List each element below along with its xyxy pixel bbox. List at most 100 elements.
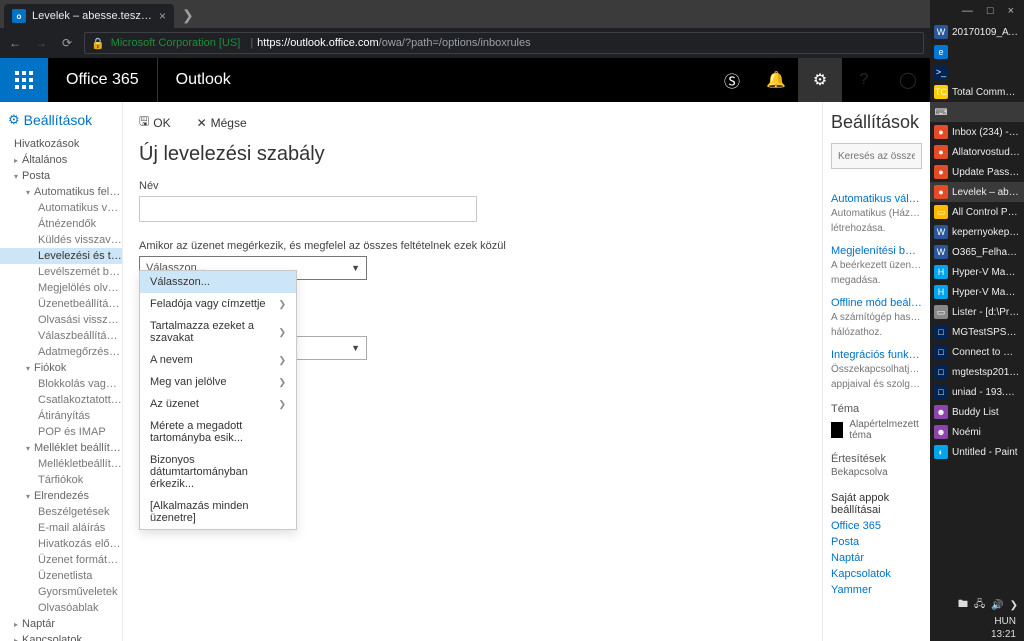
- taskbar-item[interactable]: ▭All Control Panel ...: [930, 202, 1024, 222]
- leftnav-item[interactable]: Általános: [0, 152, 122, 168]
- settings-search-input[interactable]: [831, 143, 922, 169]
- taskbar-item[interactable]: >_: [930, 62, 1024, 82]
- taskbar-item[interactable]: ●Inbox (234) - mes...: [930, 122, 1024, 142]
- taskbar-item[interactable]: Wkepernyokepek.d...: [930, 222, 1024, 242]
- leftnav-item[interactable]: Elrendezés: [0, 488, 122, 504]
- leftnav-item[interactable]: Gyorsműveletek: [0, 584, 122, 600]
- settings-shortcut-heading[interactable]: Megjelenítési beállítások: [831, 245, 922, 257]
- dropdown-item[interactable]: Meg van jelölve❯: [140, 371, 296, 393]
- taskbar-item[interactable]: ☻Buddy List: [930, 402, 1024, 422]
- app-settings-link[interactable]: Posta: [831, 536, 922, 548]
- leftnav-item[interactable]: Hivatkozás előnézete: [0, 536, 122, 552]
- options-title[interactable]: ⚙ Beállítások: [0, 108, 122, 136]
- leftnav-item[interactable]: POP és IMAP: [0, 424, 122, 440]
- leftnav-item[interactable]: Melléklet beállításai: [0, 440, 122, 456]
- dropdown-item[interactable]: A nevem❯: [140, 349, 296, 371]
- dropdown-item[interactable]: Bizonyos dátumtartományban érkezik...: [140, 449, 296, 495]
- theme-picker[interactable]: Alapértelmezett téma: [831, 419, 922, 441]
- app-settings-link[interactable]: Kapcsolatok: [831, 568, 922, 580]
- maximize-icon[interactable]: □: [987, 5, 994, 17]
- notifications-icon[interactable]: 🔔: [754, 58, 798, 102]
- app-settings-link[interactable]: Office 365: [831, 520, 922, 532]
- tray-icon[interactable]: ❯: [1010, 600, 1018, 611]
- taskbar-item[interactable]: ●Állatorvostudom...: [930, 142, 1024, 162]
- leftnav-item[interactable]: Átnézendők: [0, 216, 122, 232]
- taskbar-item[interactable]: ◐Untitled - Paint: [930, 442, 1024, 462]
- leftnav-item[interactable]: Adatmegőrzési házire: [0, 344, 122, 360]
- cancel-button[interactable]: ✕ Mégse: [197, 112, 247, 133]
- leftnav-item[interactable]: Levelezési és takarítá: [0, 248, 122, 264]
- dropdown-item[interactable]: Az üzenet❯: [140, 393, 296, 415]
- system-tray[interactable]: 🖿 🖧 🔊 ❯: [930, 595, 1024, 615]
- taskbar-item[interactable]: ☻Noémi: [930, 422, 1024, 442]
- taskbar-item[interactable]: W20170109_ATE-AB...: [930, 22, 1024, 42]
- taskbar-item[interactable]: HHyper-V Manager: [930, 262, 1024, 282]
- dropdown-item[interactable]: [Alkalmazás minden üzenetre]: [140, 495, 296, 529]
- clock[interactable]: 13:21: [930, 628, 1024, 641]
- leftnav-item[interactable]: Naptár: [0, 616, 122, 632]
- tray-icon[interactable]: 🔊: [991, 600, 1003, 611]
- leftnav-item[interactable]: Küldés visszavonása: [0, 232, 122, 248]
- settings-shortcut-heading[interactable]: Automatikus válaszok: [831, 193, 922, 205]
- dropdown-item[interactable]: Válasszon...: [140, 271, 296, 293]
- input-language[interactable]: HUN: [930, 615, 1024, 628]
- new-tab-button[interactable]: ❯: [174, 7, 202, 28]
- leftnav-item[interactable]: Üzenet formátuma: [0, 552, 122, 568]
- leftnav-item[interactable]: Olvasóablak: [0, 600, 122, 616]
- back-button[interactable]: ←: [6, 36, 24, 50]
- leftnav-item[interactable]: Hivatkozások: [0, 136, 122, 152]
- leftnav-item[interactable]: Megjelölés olvasottké: [0, 280, 122, 296]
- taskbar-item[interactable]: TCTotal Commande...: [930, 82, 1024, 102]
- app-launcher-button[interactable]: [0, 58, 48, 102]
- leftnav-item[interactable]: E-mail aláírás: [0, 520, 122, 536]
- taskbar-item[interactable]: WO365_Felhasznalo...: [930, 242, 1024, 262]
- tray-icon[interactable]: 🖿: [958, 597, 968, 614]
- browser-tab-active[interactable]: o Levelek – abesse.teszt@u ×: [4, 4, 174, 28]
- leftnav-item[interactable]: Válaszbeállítások: [0, 328, 122, 344]
- leftnav-item[interactable]: Automatikus feldolgozá: [0, 184, 122, 200]
- minimize-icon[interactable]: —: [962, 5, 973, 17]
- leftnav-item[interactable]: Levélszemét bejelenté: [0, 264, 122, 280]
- rule-name-input[interactable]: [139, 196, 477, 222]
- leftnav-item[interactable]: Átirányítás: [0, 408, 122, 424]
- app-settings-link[interactable]: Yammer: [831, 584, 922, 596]
- leftnav-item[interactable]: Automatikus válaszok: [0, 200, 122, 216]
- close-window-icon[interactable]: ×: [1008, 5, 1014, 17]
- leftnav-item[interactable]: Posta: [0, 168, 122, 184]
- account-avatar[interactable]: ◯: [886, 58, 930, 102]
- help-icon[interactable]: ?: [842, 58, 886, 102]
- app-settings-link[interactable]: Naptár: [831, 552, 922, 564]
- settings-shortcut-heading[interactable]: Integrációs funkciók kez: [831, 349, 922, 361]
- dropdown-item[interactable]: Tartalmazza ezeket a szavakat❯: [140, 315, 296, 349]
- leftnav-item[interactable]: Fiókok: [0, 360, 122, 376]
- leftnav-item[interactable]: Csatlakoztatott fiókok: [0, 392, 122, 408]
- taskbar-item[interactable]: □uniad - 193.6.204...: [930, 382, 1024, 402]
- dropdown-item[interactable]: Mérete a megadott tartományba esik...: [140, 415, 296, 449]
- taskbar-item[interactable]: ⌨: [930, 102, 1024, 122]
- address-bar[interactable]: 🔒 Microsoft Corporation [US] | https://o…: [84, 32, 924, 54]
- taskbar-item[interactable]: ▭Lister - [d:\Projec...: [930, 302, 1024, 322]
- taskbar-item[interactable]: ●Levelek – abesse.t...: [930, 182, 1024, 202]
- leftnav-item[interactable]: Mellékletbeállítások: [0, 456, 122, 472]
- taskbar-item[interactable]: □Connect to MGTe...: [930, 342, 1024, 362]
- forward-button[interactable]: →: [32, 36, 50, 50]
- settings-shortcut-heading[interactable]: Offline mód beállításai: [831, 297, 922, 309]
- reload-button[interactable]: ⟳: [58, 36, 76, 50]
- tab-close-icon[interactable]: ×: [159, 9, 166, 23]
- dropdown-item[interactable]: Feladója vagy címzettje❯: [140, 293, 296, 315]
- ok-button[interactable]: 🖫 OK: [139, 112, 171, 133]
- taskbar-item[interactable]: HHyper-V Manager: [930, 282, 1024, 302]
- suite-app-name[interactable]: Outlook: [158, 71, 249, 89]
- leftnav-item[interactable]: Üzenetlista: [0, 568, 122, 584]
- leftnav-item[interactable]: Beszélgetések: [0, 504, 122, 520]
- leftnav-item[interactable]: Tárfiókok: [0, 472, 122, 488]
- leftnav-item[interactable]: Kapcsolatok: [0, 632, 122, 641]
- leftnav-item[interactable]: Olvasási visszaigazolá: [0, 312, 122, 328]
- tray-icon[interactable]: 🖧: [974, 597, 985, 614]
- leftnav-item[interactable]: Blokkolás vagy enged: [0, 376, 122, 392]
- taskbar-item[interactable]: □mgtestsp2016.de...: [930, 362, 1024, 382]
- suite-brand[interactable]: Office 365: [48, 58, 158, 102]
- taskbar-item[interactable]: □MGTestSPS2016 o...: [930, 322, 1024, 342]
- taskbar-item[interactable]: e: [930, 42, 1024, 62]
- taskbar-item[interactable]: ●Update Password...: [930, 162, 1024, 182]
